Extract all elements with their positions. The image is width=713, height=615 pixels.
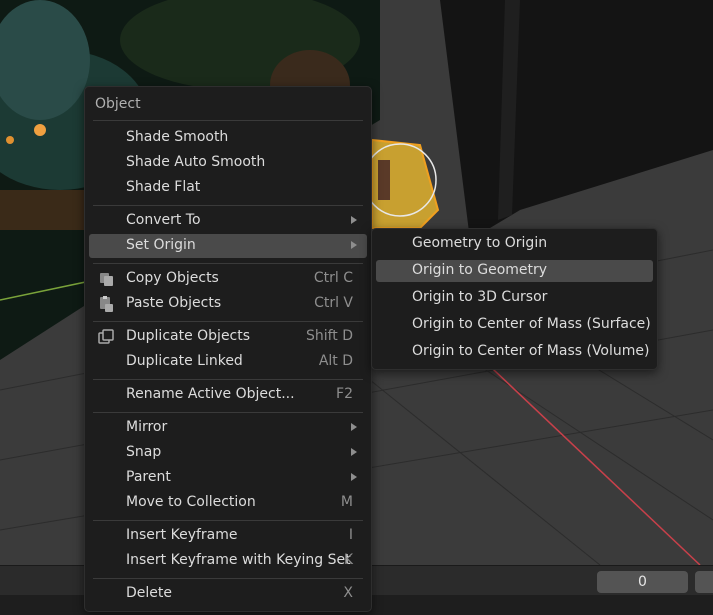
menu-title: Object <box>95 96 141 112</box>
menu-item-insert-keyframe[interactable]: Insert Keyframe I <box>89 524 367 548</box>
submenu-item-origin-to-3d-cursor[interactable]: Origin to 3D Cursor <box>376 287 653 309</box>
submenu-item-label: Origin to 3D Cursor <box>412 289 548 305</box>
submenu-item-origin-to-center-of-mass-volume[interactable]: Origin to Center of Mass (Volume) <box>376 341 653 363</box>
menu-item-move-to-collection[interactable]: Move to Collection M <box>89 491 367 515</box>
submenu-arrow-icon <box>351 473 357 481</box>
shortcut-label: Shift D <box>305 328 353 344</box>
menu-item-parent[interactable]: Parent <box>89 466 367 490</box>
shortcut-label: X <box>343 585 353 601</box>
menu-item-label: Shade Flat <box>126 179 201 195</box>
shortcut-label: F2 <box>336 386 353 402</box>
menu-item-duplicate-linked[interactable]: Duplicate Linked Alt D <box>89 350 367 374</box>
shortcut-label: Ctrl V <box>314 295 353 311</box>
object-context-menu: Object Shade Smooth Shade Auto Smooth Sh… <box>84 86 372 612</box>
menu-item-label: Set Origin <box>126 237 196 253</box>
menu-item-insert-keyframe-with-keying-set[interactable]: Insert Keyframe with Keying Set K <box>89 549 367 573</box>
shortcut-label: Ctrl C <box>313 270 353 286</box>
submenu-arrow-icon <box>351 216 357 224</box>
menu-item-label: Paste Objects <box>126 295 222 311</box>
submenu-item-origin-to-center-of-mass-surface[interactable]: Origin to Center of Mass (Surface) <box>376 314 653 336</box>
menu-item-label: Snap <box>126 444 162 460</box>
menu-item-label: Insert Keyframe with Keying Set <box>126 552 351 568</box>
shortcut-label: I <box>348 527 353 543</box>
menu-item-label: Mirror <box>126 419 168 435</box>
menu-item-label: Insert Keyframe <box>126 527 238 543</box>
divider <box>93 379 363 380</box>
menu-item-rename-active-object[interactable]: Rename Active Object... F2 <box>89 383 367 407</box>
submenu-item-geometry-to-origin[interactable]: Geometry to Origin <box>376 233 653 255</box>
submenu-arrow-icon <box>351 241 357 249</box>
menu-item-delete[interactable]: Delete X <box>89 582 367 606</box>
duplicate-icon <box>98 329 114 344</box>
divider <box>93 321 363 322</box>
menu-item-label: Convert To <box>126 212 201 228</box>
menu-item-snap[interactable]: Snap <box>89 441 367 465</box>
menu-item-mirror[interactable]: Mirror <box>89 416 367 440</box>
menu-item-set-origin[interactable]: Set Origin <box>89 234 367 258</box>
submenu-arrow-icon <box>351 423 357 431</box>
submenu-item-label: Origin to Center of Mass (Surface) <box>412 316 651 332</box>
submenu-item-origin-to-geometry[interactable]: Origin to Geometry <box>376 260 653 282</box>
menu-item-label: Parent <box>126 469 171 485</box>
divider <box>93 520 363 521</box>
current-frame-field[interactable]: 0 <box>597 571 688 593</box>
menu-item-shade-flat[interactable]: Shade Flat <box>89 176 367 200</box>
paste-icon <box>100 296 113 312</box>
submenu-item-label: Geometry to Origin <box>412 235 548 251</box>
shortcut-label: Alt D <box>318 353 353 369</box>
menu-item-label: Shade Auto Smooth <box>126 154 266 170</box>
divider <box>93 263 363 264</box>
divider <box>93 412 363 413</box>
divider <box>93 120 363 121</box>
submenu-arrow-icon <box>351 448 357 456</box>
submenu-item-label: Origin to Center of Mass (Volume) <box>412 343 650 359</box>
menu-item-shade-smooth[interactable]: Shade Smooth <box>89 126 367 150</box>
menu-item-label: Move to Collection <box>126 494 256 510</box>
divider <box>93 578 363 579</box>
divider <box>93 205 363 206</box>
menu-item-convert-to[interactable]: Convert To <box>89 209 367 233</box>
menu-item-label: Duplicate Objects <box>126 328 251 344</box>
menu-item-shade-auto-smooth[interactable]: Shade Auto Smooth <box>89 151 367 175</box>
copy-icon <box>100 273 113 286</box>
menu-item-paste-objects[interactable]: Paste Objects Ctrl V <box>89 292 367 316</box>
timer-icon[interactable] <box>695 571 713 593</box>
menu-item-copy-objects[interactable]: Copy Objects Ctrl C <box>89 267 367 291</box>
menu-item-label: Copy Objects <box>126 270 219 286</box>
shortcut-label: K <box>343 552 353 568</box>
menu-item-label: Shade Smooth <box>126 129 229 145</box>
menu-item-label: Delete <box>126 585 172 601</box>
menu-item-duplicate-objects[interactable]: Duplicate Objects Shift D <box>89 325 367 349</box>
shortcut-label: M <box>340 494 353 510</box>
menu-item-label: Rename Active Object... <box>126 386 295 402</box>
menu-item-label: Duplicate Linked <box>126 353 243 369</box>
submenu-item-label: Origin to Geometry <box>412 262 548 278</box>
set-origin-submenu: Geometry to Origin Origin to Geometry Or… <box>371 228 658 370</box>
